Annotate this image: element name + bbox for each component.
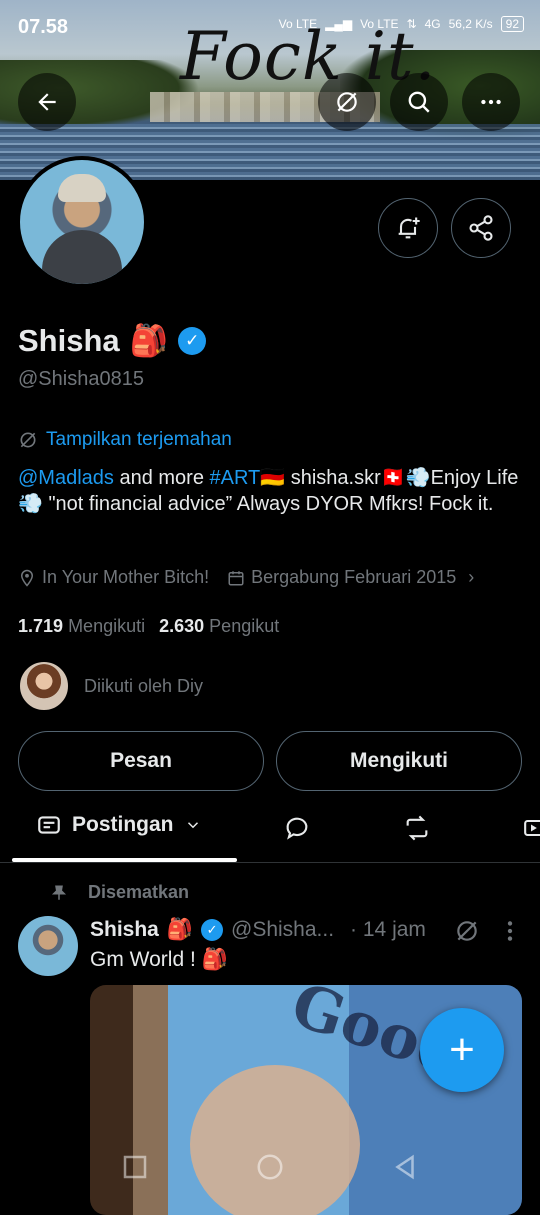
followed-by-text: Diikuti oleh Diy bbox=[84, 675, 204, 696]
location-pin-icon bbox=[20, 569, 34, 587]
location-text: In Your Mother Bitch! bbox=[42, 567, 210, 587]
pin-icon bbox=[51, 885, 67, 900]
following-count: 1.719 bbox=[18, 616, 64, 636]
arrow-left-icon bbox=[38, 93, 56, 111]
data-arrows-icon: ⇅ bbox=[406, 17, 417, 31]
notification-subscribe-button[interactable] bbox=[378, 198, 438, 258]
post-author-emoji: 🎒 bbox=[166, 918, 194, 941]
avatar-suit bbox=[42, 230, 122, 284]
tab-reposts[interactable] bbox=[402, 814, 432, 847]
back-button[interactable] bbox=[18, 73, 76, 131]
follower-avatar bbox=[18, 660, 70, 712]
backpack-emoji: 🎒 bbox=[129, 323, 169, 358]
bell-plus-icon bbox=[398, 217, 420, 239]
message-button[interactable]: Pesan bbox=[18, 731, 264, 791]
bio-text-1: and more bbox=[113, 467, 210, 489]
joined-item[interactable]: Bergabung Februari 2015 › bbox=[227, 567, 474, 588]
post-translate-button[interactable] bbox=[454, 918, 480, 949]
pinned-indicator: Disematkan bbox=[50, 882, 189, 903]
translate-toggle-button[interactable] bbox=[318, 73, 376, 131]
tab-media[interactable] bbox=[522, 814, 540, 847]
profile-handle: @Shisha0815 bbox=[18, 368, 144, 390]
back-nav-button[interactable] bbox=[390, 1152, 420, 1187]
verified-badge-icon[interactable]: ✓ bbox=[178, 326, 207, 355]
post-more-button[interactable] bbox=[503, 918, 517, 949]
followers-stat[interactable]: 2.630 Pengikut bbox=[159, 616, 279, 637]
more-horizontal-icon bbox=[481, 99, 501, 105]
media-icon bbox=[524, 819, 540, 837]
location-item: In Your Mother Bitch! bbox=[18, 567, 209, 588]
active-tab-indicator bbox=[12, 858, 237, 862]
translate-off-icon bbox=[457, 921, 477, 941]
compose-post-button[interactable]: + bbox=[420, 1008, 504, 1092]
profile-tabs: Postingan bbox=[0, 800, 540, 863]
pinned-label: Disematkan bbox=[88, 882, 190, 902]
following-stat[interactable]: 1.719 Mengikuti bbox=[18, 616, 145, 637]
share-button[interactable] bbox=[451, 198, 511, 258]
followers-label: Pengikut bbox=[209, 616, 280, 636]
home-circle-icon bbox=[257, 1154, 283, 1180]
search-button[interactable] bbox=[390, 73, 448, 131]
avatar-hair bbox=[58, 174, 106, 202]
search-icon bbox=[408, 91, 430, 113]
translate-off-icon bbox=[337, 92, 357, 112]
tab-posts[interactable]: Postingan bbox=[36, 812, 202, 838]
back-triangle-icon bbox=[395, 1154, 414, 1180]
post-header: Shisha 🎒 ✓ @Shisha... · 14 jam bbox=[90, 918, 426, 942]
post-time: · 14 jam bbox=[350, 918, 426, 941]
post-author-avatar[interactable] bbox=[18, 916, 78, 976]
home-button[interactable] bbox=[255, 1152, 285, 1187]
more-options-button[interactable] bbox=[462, 73, 520, 131]
post-text: Gm World ! 🎒 bbox=[90, 948, 228, 971]
recents-button[interactable] bbox=[120, 1152, 150, 1187]
chevron-down-icon bbox=[187, 822, 198, 829]
following-label: Mengikuti bbox=[68, 616, 146, 636]
repost-icon bbox=[406, 815, 428, 841]
signal-icon: ▂▄▆ bbox=[325, 17, 353, 31]
tab-replies[interactable] bbox=[283, 814, 311, 847]
profile-meta: In Your Mother Bitch! Bergabung Februari… bbox=[18, 567, 474, 588]
translate-off-icon bbox=[20, 432, 36, 448]
calendar-icon bbox=[228, 570, 244, 585]
posts-icon bbox=[38, 816, 60, 834]
post-author-name[interactable]: Shisha bbox=[90, 918, 159, 942]
tab-posts-label: Postingan bbox=[72, 813, 174, 836]
profile-name-text: Shisha bbox=[18, 322, 120, 358]
share-icon bbox=[469, 215, 493, 241]
network-speed: 56,2 K/s bbox=[448, 17, 493, 31]
followed-by-row[interactable]: Diikuti oleh Diy bbox=[18, 660, 203, 712]
recents-square-icon bbox=[123, 1155, 147, 1179]
following-button[interactable]: Mengikuti bbox=[276, 731, 522, 791]
reply-bubble-icon bbox=[286, 817, 308, 840]
network-label-1: Vo LTE bbox=[278, 17, 318, 31]
more-vertical-icon bbox=[507, 921, 513, 941]
joined-text: Bergabung Februari 2015 bbox=[251, 567, 457, 587]
status-time: 07.58 bbox=[18, 16, 69, 38]
network-label-2: Vo LTE bbox=[360, 17, 399, 31]
data-type-label: 4G bbox=[424, 17, 441, 31]
bio-hashtag-link[interactable]: #ART bbox=[210, 467, 261, 489]
verified-badge-icon: ✓ bbox=[201, 919, 224, 941]
show-translation-link[interactable]: Tampilkan terjemahan bbox=[18, 429, 232, 451]
chevron-right-icon: › bbox=[468, 567, 475, 587]
post-author-handle: @Shisha... bbox=[231, 918, 335, 941]
follow-counts: 1.719 Mengikuti 2.630 Pengikut bbox=[18, 616, 279, 637]
status-bar: 07.58 Vo LTE ▂▄▆ Vo LTE ⇅ 4G 56,2 K/s 92 bbox=[0, 14, 540, 44]
system-navigation-bar bbox=[0, 1140, 540, 1200]
battery-indicator: 92 bbox=[500, 16, 524, 32]
profile-bio: @Madlads and more #ART🇩🇪 shisha.skr🇨🇭💨En… bbox=[18, 465, 523, 517]
profile-name: Shisha 🎒 ✓ bbox=[18, 322, 207, 359]
followers-count: 2.630 bbox=[159, 616, 205, 636]
bio-mention-link[interactable]: @Madlads bbox=[18, 467, 114, 489]
profile-avatar[interactable] bbox=[16, 156, 148, 288]
translation-label: Tampilkan terjemahan bbox=[46, 429, 232, 450]
status-indicators: Vo LTE ▂▄▆ Vo LTE ⇅ 4G 56,2 K/s 92 bbox=[279, 16, 524, 32]
